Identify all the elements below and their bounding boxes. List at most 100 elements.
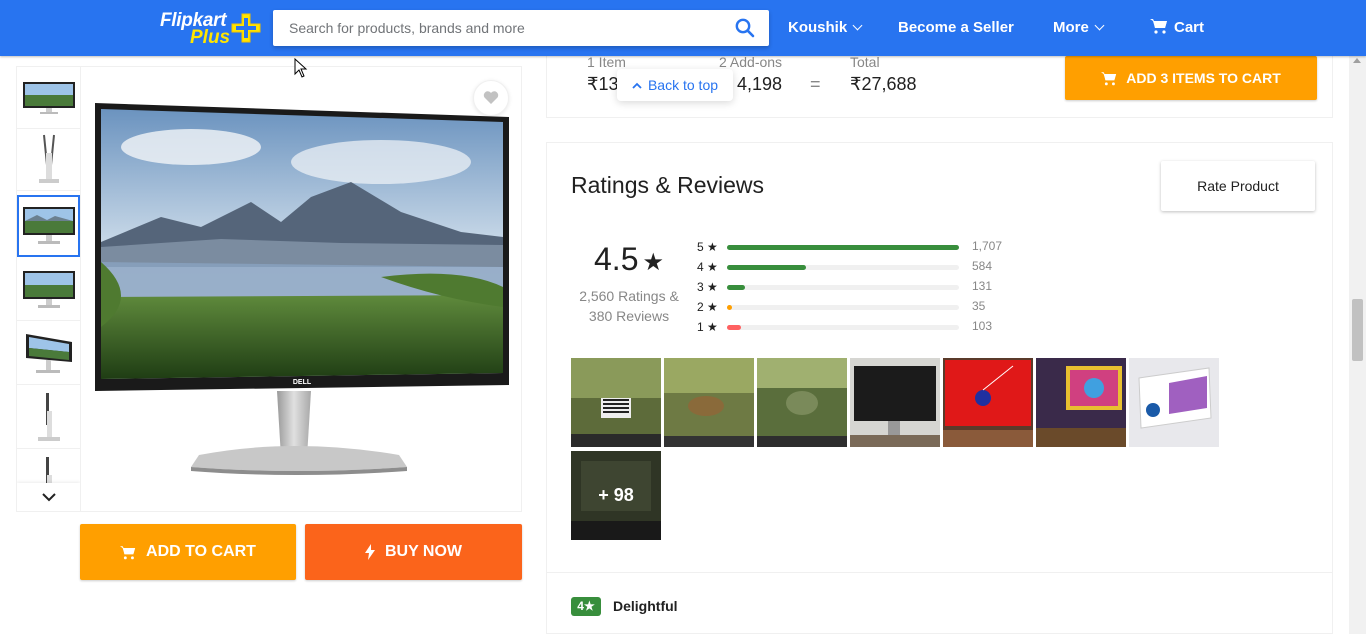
rating-bar-track	[727, 285, 959, 290]
star-icon: ★	[707, 260, 718, 274]
rating-bar-track	[727, 305, 959, 310]
rating-bar-count: 35	[972, 299, 986, 313]
buy-now-label: BUY NOW	[384, 543, 463, 560]
become-seller-link[interactable]: Become a Seller	[898, 0, 1014, 56]
wishlist-button[interactable]	[473, 80, 509, 116]
combo-offer-strip: 1 Item ₹13 2 Add-ons 4,198 = Total ₹27,6…	[546, 54, 1333, 118]
rating-bar-fill	[727, 285, 745, 290]
flipkart-plus-logo[interactable]: Flipkart Plus	[160, 10, 261, 48]
thumbnail-2[interactable]	[17, 129, 80, 191]
back-to-top-button[interactable]: Back to top	[617, 69, 733, 101]
search-icon[interactable]	[735, 18, 755, 43]
customer-photo[interactable]	[1129, 358, 1219, 447]
star-icon: ★	[707, 280, 718, 294]
brand-logo-text: DELL	[293, 379, 312, 386]
heart-icon	[483, 91, 499, 104]
scrollbar-thumb[interactable]	[1352, 299, 1363, 361]
rating-bar-stars: 4	[697, 260, 704, 274]
rating-bar-track	[727, 245, 959, 250]
rating-bar-track	[727, 265, 959, 270]
customer-photo-more[interactable]: + 98	[571, 451, 661, 540]
customer-photo[interactable]	[943, 358, 1033, 447]
rating-bar-count: 103	[972, 319, 993, 333]
rating-bar-stars: 1	[697, 320, 704, 334]
customer-photo[interactable]	[757, 358, 847, 447]
more-photos-count: + 98	[571, 451, 661, 540]
average-rating-value: 4.5	[594, 241, 639, 277]
mouse-cursor-icon	[294, 58, 308, 78]
search-input[interactable]	[273, 10, 713, 46]
rating-bar-track	[727, 325, 959, 330]
thumbnail-strip	[16, 66, 81, 512]
chevron-down-icon	[41, 492, 56, 501]
buy-now-button[interactable]: BUY NOW	[305, 524, 522, 580]
review-rating-value: 4	[577, 599, 584, 613]
thumbnail-scroll-down[interactable]	[17, 483, 80, 511]
account-name: Koushik	[788, 19, 848, 36]
rating-bar-stars: 2	[697, 300, 704, 314]
add-to-cart-label: ADD TO CART	[146, 543, 256, 560]
product-main-image[interactable]: DELL	[80, 66, 522, 512]
chevron-down-icon	[852, 20, 863, 31]
add-combo-label: ADD 3 ITEMS TO CART	[1126, 70, 1281, 86]
star-icon: ★	[583, 599, 595, 613]
cart-icon	[1101, 71, 1117, 85]
customer-photo[interactable]	[1036, 358, 1126, 447]
back-to-top-label: Back to top	[647, 77, 719, 93]
ratings-count: 2,560 Ratings &	[579, 288, 679, 304]
more-menu[interactable]: More	[1053, 0, 1105, 56]
star-icon: ★	[707, 240, 718, 254]
thumbnail-6[interactable]	[17, 387, 80, 449]
thumbnail-4[interactable]	[17, 259, 80, 321]
customer-photo[interactable]	[571, 358, 661, 447]
cart-icon	[1150, 19, 1167, 34]
thumbnail-5[interactable]	[17, 323, 80, 385]
cart-link[interactable]: Cart	[1150, 0, 1204, 56]
cart-icon	[120, 545, 136, 559]
rating-bar-fill	[727, 305, 733, 310]
customer-photo[interactable]	[664, 358, 754, 447]
rating-bar-fill	[727, 245, 959, 250]
more-label: More	[1053, 19, 1089, 36]
combo-addons-label: 2 Add-ons	[719, 54, 783, 70]
monitor-image: DELL	[95, 103, 509, 475]
combo-total-price: ₹27,688	[850, 74, 917, 94]
top-header: Flipkart Plus Koushik Become a Seller Mo…	[0, 0, 1366, 56]
combo-total-label: Total	[850, 54, 880, 70]
rating-bar-count: 1,707	[972, 239, 1003, 253]
cart-label: Cart	[1174, 19, 1205, 36]
customer-photo[interactable]	[850, 358, 940, 447]
account-menu[interactable]: Koushik	[788, 0, 863, 56]
review-card: 4★ Delightful	[546, 572, 1333, 634]
ratings-reviews-section: Ratings & Reviews Rate Product 4.5 ★ 2,56…	[546, 142, 1333, 572]
chevron-down-icon	[1094, 20, 1105, 31]
search-box	[273, 10, 769, 46]
rating-bar-stars: 3	[697, 280, 704, 294]
plus-logo-icon	[231, 13, 261, 43]
rating-bar-stars: 5	[697, 240, 704, 254]
review-rating-badge: 4★	[571, 597, 601, 616]
add-to-cart-button[interactable]: ADD TO CART	[80, 524, 296, 580]
logo-word-plus: Plus	[190, 27, 231, 48]
star-icon: ★	[707, 320, 718, 334]
chevron-up-icon	[632, 82, 642, 89]
review-title: Delightful	[613, 598, 678, 614]
star-icon: ★	[707, 300, 718, 314]
combo-item-label: 1 Item	[587, 54, 626, 70]
page-scrollbar[interactable]	[1349, 56, 1366, 634]
reviews-count: 380 Reviews	[588, 308, 670, 324]
thumbnail-1[interactable]	[17, 67, 80, 129]
rating-bar-fill	[727, 265, 807, 270]
rating-bar-fill	[727, 325, 741, 330]
ratings-title: Ratings & Reviews	[571, 172, 765, 198]
add-combo-to-cart-button[interactable]: ADD 3 ITEMS TO CART	[1065, 56, 1317, 100]
rating-bar-count: 131	[972, 279, 993, 293]
rate-product-button[interactable]: Rate Product	[1161, 161, 1315, 211]
thumbnail-3-selected[interactable]	[17, 195, 80, 257]
rating-bar-count: 584	[972, 259, 993, 273]
combo-equals: =	[810, 74, 821, 94]
combo-item-price: ₹13	[587, 74, 619, 94]
scroll-up-arrow-icon[interactable]	[1353, 58, 1361, 63]
lightning-icon	[364, 544, 375, 560]
average-rating-block: 4.5 ★ 2,560 Ratings & 380 Reviews	[569, 241, 689, 326]
